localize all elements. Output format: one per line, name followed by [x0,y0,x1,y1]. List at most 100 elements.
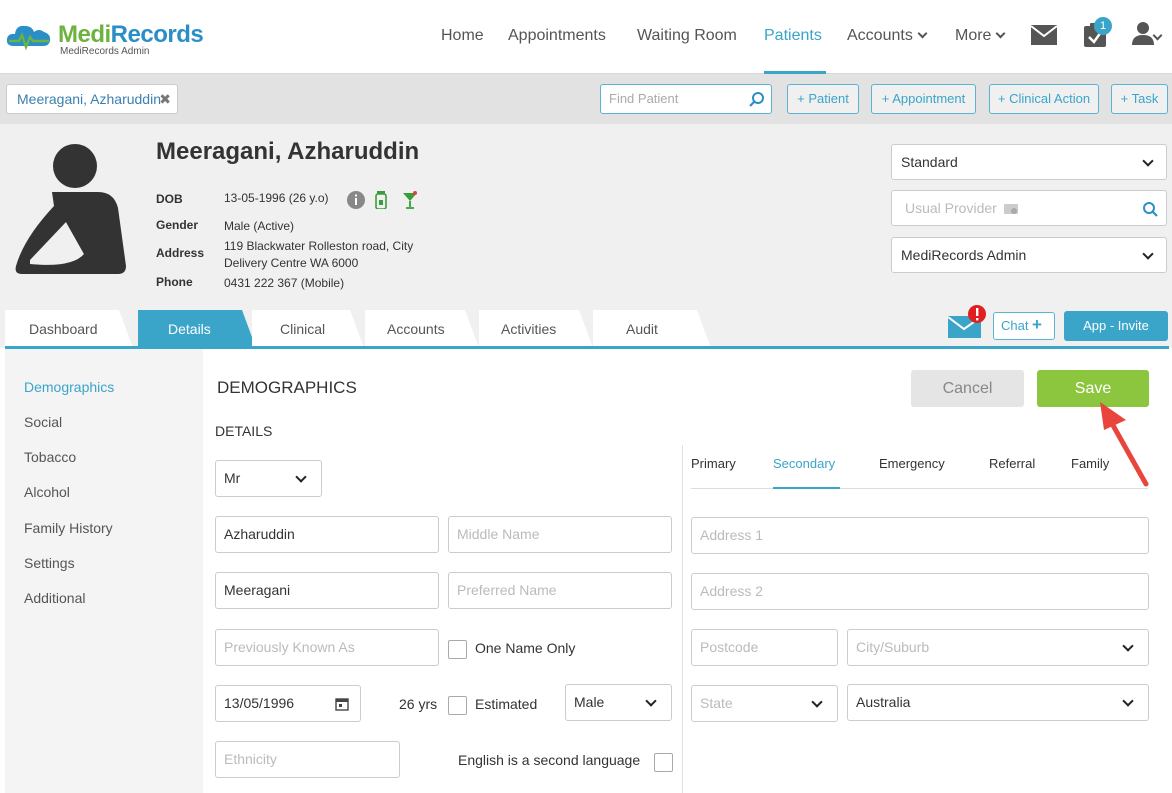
gender-value: Male (Active) [224,219,295,233]
brand-logo[interactable]: MediRecords MediRecords Admin [6,18,206,58]
dob-value: 13-05-1996 (26 y.o) [224,191,329,205]
tab-address-referral[interactable]: Referral [989,456,1035,471]
sidebar-item-family-history[interactable]: Family History [24,520,113,536]
previously-known-as-field[interactable]: Previously Known As [215,629,439,666]
section-title: DEMOGRAPHICS [217,378,357,397]
sidebar-item-social[interactable]: Social [24,414,62,430]
sidebar-item-tobacco[interactable]: Tobacco [24,449,76,465]
chevron-down-icon [295,471,307,483]
gender-label: Gender [156,218,199,232]
ethnicity-field[interactable]: Ethnicity [215,741,400,778]
usual-provider-placeholder: Usual Provider [905,200,997,216]
dob-field-value: 13/05/1996 [224,695,295,711]
find-patient-placeholder: Find Patient [609,91,679,106]
tab-audit[interactable]: Audit [593,310,711,348]
nav-patients[interactable]: Patients [764,27,822,45]
one-name-only-label: One Name Only [475,640,576,656]
nav-appointments[interactable]: Appointments [508,27,606,45]
chevron-down-icon [811,696,823,708]
last-name-field[interactable]: Meeragani [215,572,439,609]
chevron-down-icon [917,28,928,39]
close-icon[interactable]: ✖ [159,85,171,113]
add-patient-button[interactable]: + Patient [787,84,859,114]
profile-select-value: Standard [901,154,958,170]
chevron-down-icon [1122,695,1134,707]
details-sidebar: Demographics Social Tobacco Alcohol Fami… [5,349,203,793]
sidebar-item-demographics[interactable]: Demographics [24,379,114,395]
tab-address-emergency[interactable]: Emergency [879,456,945,471]
search-icon[interactable] [749,91,765,107]
address-line-1: 119 Blackwater Rolleston road, City [224,239,414,253]
address-line-2: Delivery Centre WA 6000 [224,256,359,270]
postcode-field[interactable]: Postcode [691,629,838,666]
app-invite-button[interactable]: App - Invite [1064,311,1168,341]
practice-select[interactable]: MediRecords Admin [891,237,1167,273]
open-patient-tab-label: Meeragani, Azharuddin [17,91,161,107]
chevron-down-icon [1122,640,1134,652]
country-select[interactable]: Australia [847,684,1149,721]
brand-subtitle: MediRecords Admin [60,46,150,57]
usual-provider-input[interactable]: Usual Provider [891,190,1167,226]
phone-value: 0431 222 367 (Mobile) [224,276,345,290]
column-divider [682,445,683,793]
add-task-button[interactable]: + Task [1111,84,1168,114]
cancel-button[interactable]: Cancel [911,370,1024,407]
tab-details[interactable]: Details [138,310,256,348]
dob-field[interactable]: 13/05/1996 [215,685,361,722]
address2-field[interactable]: Address 2 [691,573,1149,610]
tab-clinical[interactable]: Clinical [252,310,364,348]
add-appointment-button[interactable]: + Appointment [871,84,976,114]
middle-name-field[interactable]: Middle Name [448,516,672,553]
city-suburb-select[interactable]: City/Suburb [847,629,1149,666]
address1-field[interactable]: Address 1 [691,517,1149,554]
address-label: Address [156,246,205,260]
estimated-label: Estimated [475,696,538,712]
tab-address-family[interactable]: Family [1071,456,1109,471]
open-patient-tab[interactable]: Meeragani, Azharuddin ✖ [6,84,178,114]
tab-address-secondary[interactable]: Secondary [773,456,835,471]
estimated-checkbox[interactable] [448,696,467,715]
nav-waiting-room[interactable]: Waiting Room [637,27,737,45]
mail-icon[interactable] [1031,25,1057,45]
tab-accounts[interactable]: Accounts [365,310,479,348]
medication-icon[interactable] [374,191,388,209]
find-patient-input[interactable]: Find Patient [600,84,772,114]
practice-select-value: MediRecords Admin [901,247,1027,263]
sidebar-item-settings[interactable]: Settings [24,555,75,571]
info-icon[interactable] [347,191,365,209]
first-name-field[interactable]: Azharuddin [215,516,439,553]
message-alert-icon[interactable] [946,304,986,340]
english-second-language-checkbox[interactable] [654,753,673,772]
calendar-icon[interactable] [335,697,349,711]
sidebar-item-alcohol[interactable]: Alcohol [24,484,70,500]
preferred-name-field[interactable]: Preferred Name [448,572,672,609]
nav-accounts[interactable]: Accounts [847,27,928,45]
alcohol-icon[interactable] [402,191,418,209]
top-navbar: MediRecords MediRecords Admin Home Appoi… [0,0,1172,74]
country-select-value: Australia [856,694,911,710]
title-select-value: Mr [224,470,241,486]
nav-more-label: More [955,27,992,44]
chevron-down-icon [1142,155,1154,167]
chevron-down-icon [1142,248,1154,260]
nav-more[interactable]: More [955,27,1006,45]
user-menu-icon[interactable] [1131,21,1155,45]
nav-home[interactable]: Home [441,27,484,45]
chat-button[interactable]: Chat + [993,312,1055,340]
tab-address-primary[interactable]: Primary [691,456,736,471]
tasks-count-badge: 1 [1094,17,1112,35]
sidebar-item-additional[interactable]: Additional [24,590,86,606]
add-clinical-action-button[interactable]: + Clinical Action [989,84,1099,114]
one-name-only-checkbox[interactable] [448,640,467,659]
profile-select[interactable]: Standard [891,144,1167,180]
sex-select[interactable]: Male [565,684,672,721]
patient-toolbar: Meeragani, Azharuddin ✖ Find Patient + P… [0,74,1172,124]
title-select[interactable]: Mr [215,460,322,497]
red-arrow-annotation [1100,402,1149,487]
tab-dashboard[interactable]: Dashboard [5,310,133,348]
chevron-down-icon [996,28,1006,39]
state-select[interactable]: State [691,685,838,722]
tab-activities[interactable]: Activities [479,310,593,348]
patient-avatar-icon [15,144,126,274]
search-icon[interactable] [1142,201,1158,217]
